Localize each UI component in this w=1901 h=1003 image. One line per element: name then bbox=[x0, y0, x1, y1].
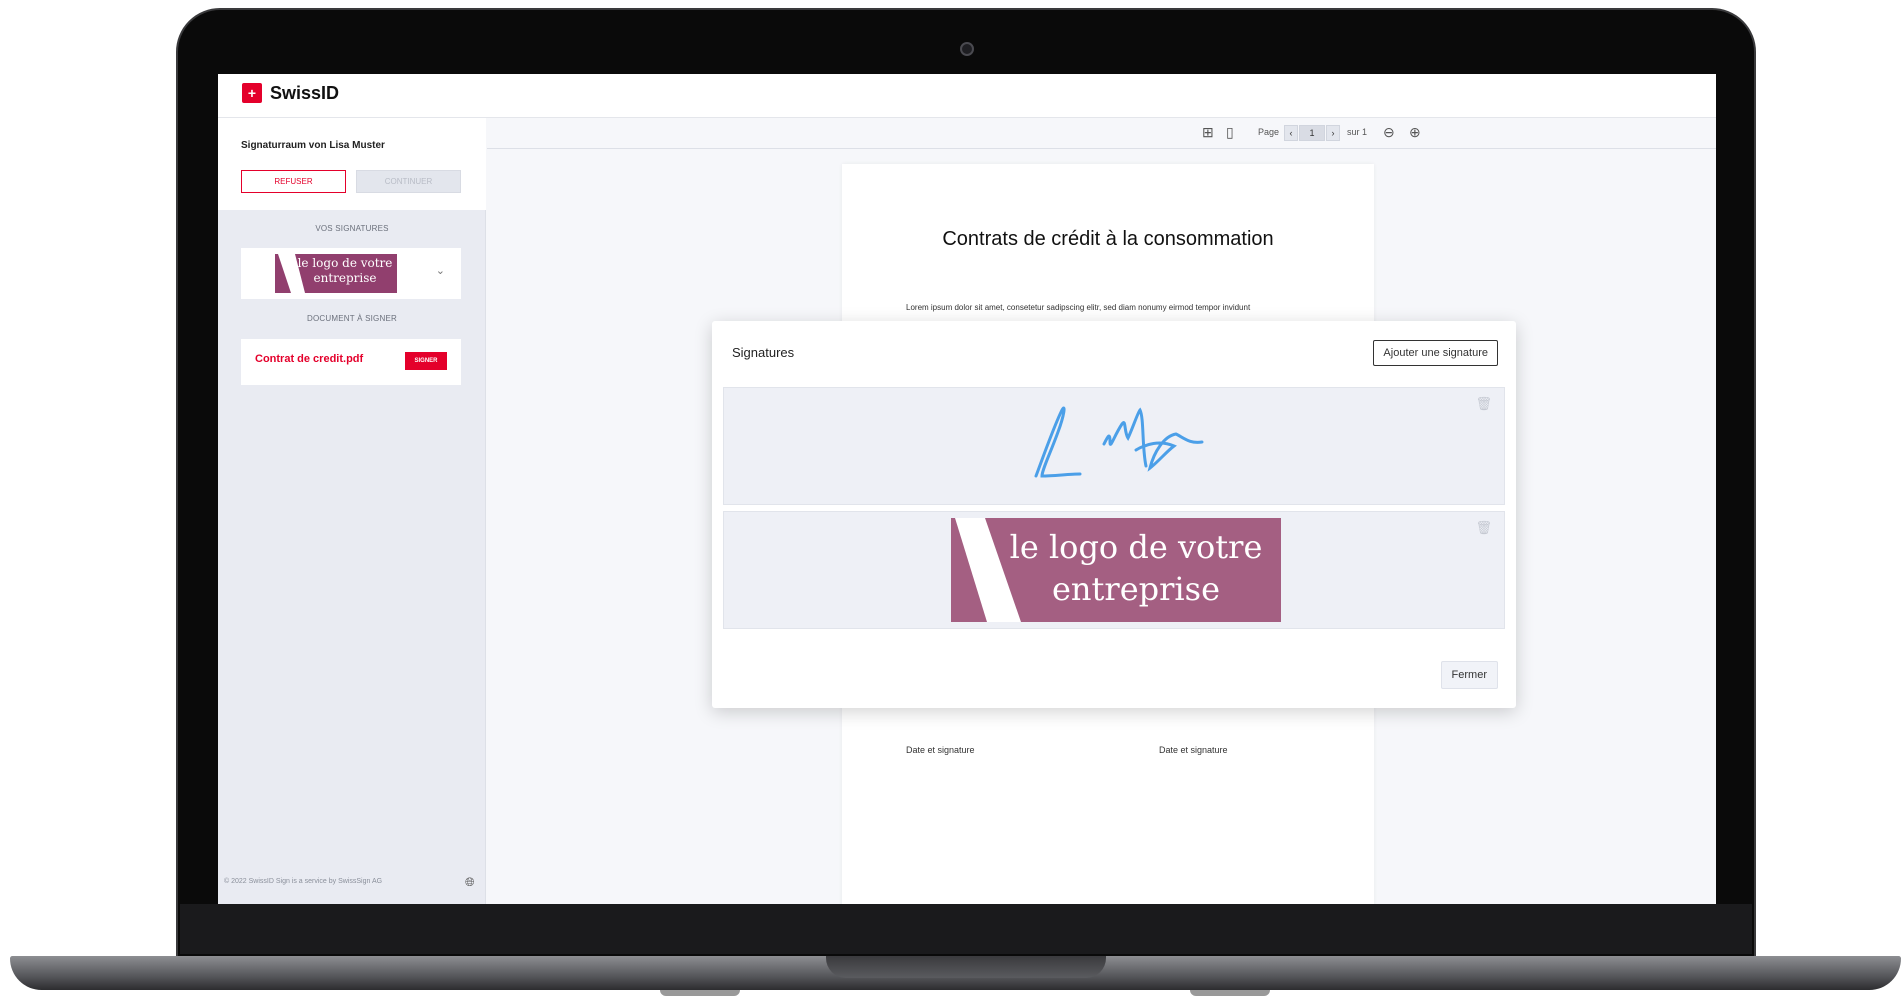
zoom-in-icon[interactable]: ⊕ bbox=[1409, 124, 1421, 141]
refuse-button[interactable]: REFUSER bbox=[241, 170, 346, 193]
laptop-foot bbox=[660, 990, 740, 996]
document-name[interactable]: Contrat de credit.pdf bbox=[255, 353, 363, 365]
page-label: Page bbox=[1258, 127, 1280, 137]
page-count: sur 1 bbox=[1347, 127, 1368, 137]
footer-copyright: © 2022 SwissID Sign is a service by Swis… bbox=[224, 878, 383, 885]
grid-view-icon[interactable]: ⊞ bbox=[1202, 124, 1214, 141]
laptop-notch bbox=[826, 956, 1106, 978]
handwritten-signature bbox=[1034, 406, 1204, 478]
prev-page-button[interactable]: ‹ bbox=[1284, 125, 1298, 141]
viewer-toolbar: ⊞ ▯ Page ‹ 1 › sur 1 ⊖ ⊕ bbox=[487, 118, 1716, 149]
sign-button[interactable]: SIGNER bbox=[405, 352, 447, 370]
laptop-chin bbox=[180, 904, 1752, 954]
chevron-down-icon[interactable]: ⌄ bbox=[436, 264, 445, 277]
page-number-input[interactable]: 1 bbox=[1299, 125, 1325, 141]
signature-slot-logo[interactable]: le logo de votre entreprise 🗑︎ bbox=[723, 511, 1505, 629]
add-signature-button[interactable]: Ajouter une signature bbox=[1373, 340, 1498, 366]
top-bar: + SwissID bbox=[218, 74, 1716, 118]
screen: + SwissID Signaturraum von Lisa Muster R… bbox=[218, 74, 1716, 904]
signatures-heading: VOS SIGNATURES bbox=[315, 224, 389, 233]
document-item[interactable]: Contrat de credit.pdf SIGNER bbox=[241, 339, 461, 385]
brand-name: SwissID bbox=[270, 83, 340, 103]
signatures-modal: Signatures Ajouter une signature 🗑︎ le l… bbox=[712, 321, 1516, 708]
laptop-foot bbox=[1190, 990, 1270, 996]
trash-icon[interactable]: 🗑︎ bbox=[1475, 520, 1492, 536]
signature-slot-handwritten[interactable]: 🗑︎ bbox=[723, 387, 1505, 505]
swissid-logo-icon: + bbox=[242, 83, 262, 103]
sidebar: Signaturraum von Lisa Muster REFUSER CON… bbox=[218, 118, 486, 904]
single-page-icon[interactable]: ▯ bbox=[1226, 124, 1234, 141]
continue-button[interactable]: CONTINUER bbox=[356, 170, 461, 193]
camera-icon bbox=[960, 42, 974, 56]
date-signature-right: Date et signature bbox=[1159, 745, 1228, 755]
document-heading: DOCUMENT À SIGNER bbox=[307, 314, 397, 323]
zoom-out-icon[interactable]: ⊖ bbox=[1383, 124, 1395, 141]
globe-icon[interactable]: 🌐︎ bbox=[465, 875, 475, 890]
sidebar-header: Signaturraum von Lisa Muster REFUSER CON… bbox=[218, 118, 486, 210]
logo-text-large: le logo de votre entreprise bbox=[1009, 528, 1263, 608]
document-body: Lorem ipsum dolor sit amet, consetetur s… bbox=[906, 303, 1251, 312]
signature-selector[interactable]: le logo de votre entreprise ⌄ bbox=[241, 248, 461, 299]
date-signature-left: Date et signature bbox=[906, 745, 975, 755]
modal-title: Signatures bbox=[732, 345, 795, 360]
trash-icon[interactable]: 🗑︎ bbox=[1475, 396, 1492, 412]
close-button[interactable]: Fermer bbox=[1440, 661, 1498, 689]
company-logo-signature-large: le logo de votre entreprise bbox=[951, 518, 1281, 622]
document-title: Contrats de crédit à la consommation bbox=[942, 228, 1274, 250]
next-page-button[interactable]: › bbox=[1326, 125, 1340, 141]
company-logo-signature: le logo de votre entreprise bbox=[275, 254, 397, 293]
logo-text: le logo de votre entreprise bbox=[297, 256, 393, 285]
room-title: Signaturraum von Lisa Muster bbox=[241, 140, 385, 151]
